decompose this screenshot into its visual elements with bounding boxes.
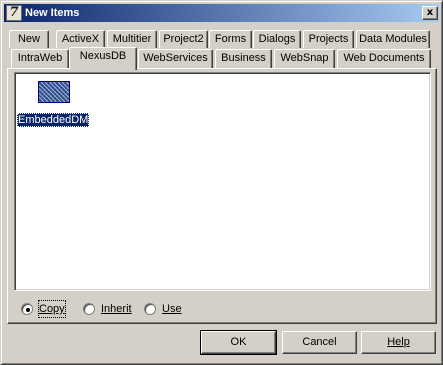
tab-dialogs[interactable]: Dialogs xyxy=(253,30,301,48)
tab-new[interactable]: New xyxy=(9,30,49,48)
tab-forms[interactable]: Forms xyxy=(209,30,252,48)
tab-intraweb[interactable]: IntraWeb xyxy=(11,49,69,68)
cancel-button[interactable]: Cancel xyxy=(282,331,357,354)
tab-business[interactable]: Business xyxy=(215,49,272,68)
item-label: EmbeddedDM xyxy=(17,113,90,127)
radio-inherit[interactable]: Inherit xyxy=(83,301,138,317)
radio-use[interactable]: Use xyxy=(144,301,189,317)
data-module-icon xyxy=(38,81,70,103)
tab-websnap[interactable]: WebSnap xyxy=(274,49,335,68)
items-list-view[interactable]: EmbeddedDM xyxy=(14,72,431,291)
radio-label: Use xyxy=(162,303,182,315)
help-button[interactable]: Help xyxy=(361,331,436,354)
tab-strip: New ActiveX Multitier Project2 Forms Dia… xyxy=(1,1,443,71)
radio-circle xyxy=(144,303,156,315)
radio-label: Inherit xyxy=(101,303,132,315)
radio-copy[interactable]: Copy xyxy=(21,300,71,318)
tab-project2[interactable]: Project2 xyxy=(159,30,208,48)
tab-projects[interactable]: Projects xyxy=(303,30,354,48)
radio-dot xyxy=(26,308,30,312)
tab-multitier[interactable]: Multitier xyxy=(107,30,157,48)
radio-circle-checked xyxy=(21,303,33,315)
tab-data-modules[interactable]: Data Modules xyxy=(356,30,430,48)
help-label: Help xyxy=(387,336,410,348)
tab-nexusdb[interactable]: NexusDB xyxy=(69,47,137,70)
tab-activex[interactable]: ActiveX xyxy=(56,30,105,48)
list-item[interactable]: EmbeddedDM xyxy=(17,80,93,130)
tab-webservices[interactable]: WebServices xyxy=(138,49,213,68)
ok-button[interactable]: OK xyxy=(200,330,277,355)
tab-web-documents[interactable]: Web Documents xyxy=(337,49,431,68)
radio-circle xyxy=(83,303,95,315)
new-items-dialog: 7 New Items x New ActiveX Multitier Proj… xyxy=(0,0,443,365)
ok-label: OK xyxy=(230,336,247,348)
cancel-label: Cancel xyxy=(302,336,337,348)
radio-label: Copy xyxy=(38,300,66,318)
